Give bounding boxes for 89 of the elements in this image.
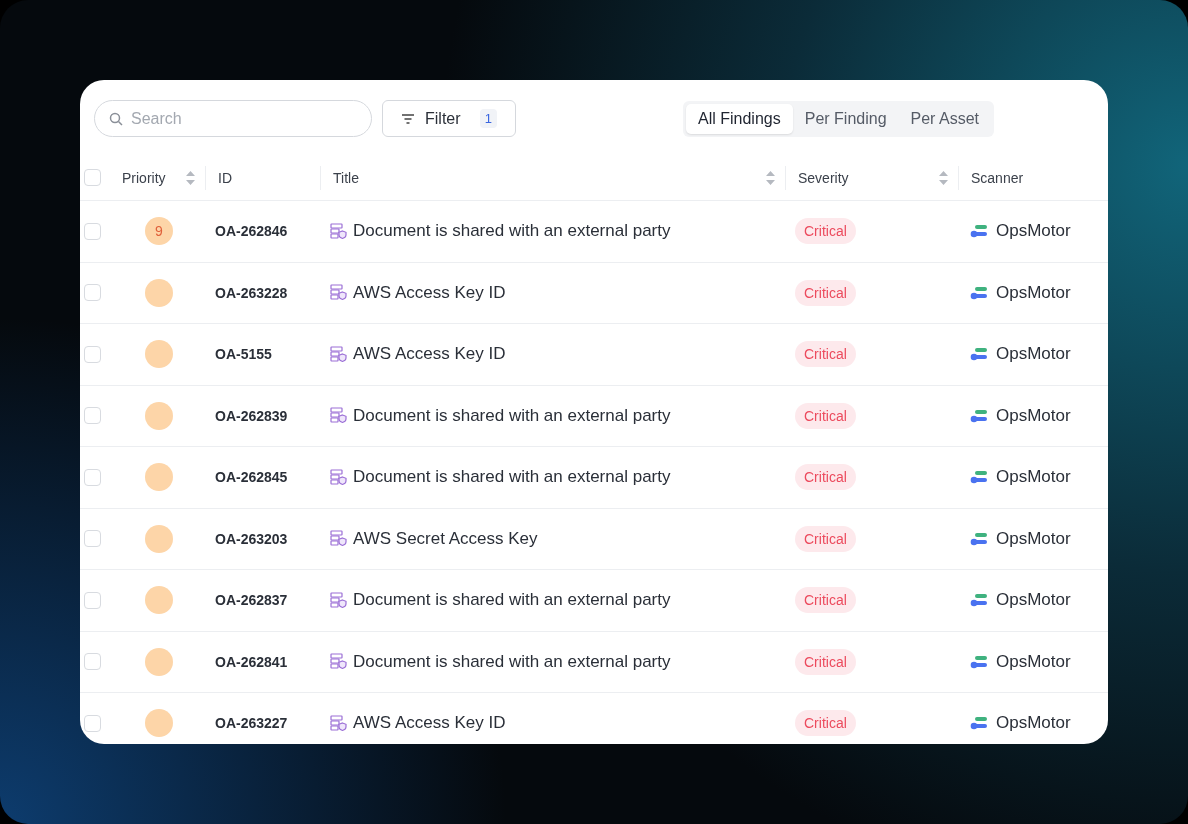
row-checkbox[interactable] <box>84 653 101 671</box>
priority-badge <box>145 340 173 369</box>
scanner-name: OpsMotor <box>996 282 1071 303</box>
scanner-name: OpsMotor <box>996 528 1071 549</box>
severity-badge: Critical <box>795 648 856 675</box>
priority-badge <box>145 709 173 738</box>
scanner-name: OpsMotor <box>996 221 1071 242</box>
column-header: ID <box>218 169 232 186</box>
finding-id: OA-263227 <box>215 715 288 732</box>
priority-badge <box>145 278 173 307</box>
finding-title: Document is shared with an external party <box>353 221 671 242</box>
row-checkbox[interactable] <box>84 530 101 548</box>
priority-badge <box>145 524 173 553</box>
finding-title: Document is shared with an external party <box>353 590 671 611</box>
finding-id: OA-262837 <box>215 592 288 609</box>
priority-badge <box>145 401 173 430</box>
finding-title: AWS Access Key ID <box>353 344 506 365</box>
scanner-logo-icon <box>970 654 988 669</box>
finding-id: OA-262839 <box>215 407 288 424</box>
row-checkbox[interactable] <box>84 222 101 240</box>
priority-badge: 9 <box>145 217 173 246</box>
view-tab[interactable]: Per Asset <box>898 103 991 134</box>
priority-badge <box>145 463 173 492</box>
finding-id: OA-263203 <box>215 530 288 547</box>
server-shield-icon <box>330 714 347 732</box>
priority-badge <box>145 647 173 676</box>
scanner-logo-icon <box>970 224 988 239</box>
column-header: Title <box>333 169 359 186</box>
filter-button[interactable]: Filter 1 <box>382 100 516 137</box>
severity-badge: Critical <box>795 402 856 429</box>
finding-id: OA-262846 <box>215 223 288 240</box>
select-all-checkbox[interactable] <box>84 169 101 186</box>
scanner-name: OpsMotor <box>996 344 1071 365</box>
finding-title: AWS Access Key ID <box>353 713 506 734</box>
row-checkbox[interactable] <box>84 714 101 732</box>
sort-icon[interactable] <box>766 170 775 185</box>
row-checkbox[interactable] <box>84 407 101 425</box>
scanner-logo-icon <box>970 285 988 300</box>
severity-badge: Critical <box>795 279 856 306</box>
finding-id: OA-263228 <box>215 284 288 301</box>
server-shield-icon <box>330 530 347 548</box>
server-shield-icon <box>330 345 347 363</box>
scanner-name: OpsMotor <box>996 405 1071 426</box>
scanner-logo-icon <box>970 347 988 362</box>
severity-badge: Critical <box>795 710 856 737</box>
finding-title: Document is shared with an external party <box>353 405 671 426</box>
scanner-name: OpsMotor <box>996 467 1071 488</box>
row-checkbox[interactable] <box>84 345 101 363</box>
priority-badge <box>145 586 173 615</box>
scanner-logo-icon <box>970 593 988 608</box>
scanner-logo-icon <box>970 408 988 423</box>
column-header: Priority <box>122 169 166 186</box>
scanner-logo-icon <box>970 531 988 546</box>
scanner-name: OpsMotor <box>996 590 1071 611</box>
severity-badge: Critical <box>795 341 856 368</box>
finding-title: Document is shared with an external party <box>353 467 671 488</box>
server-shield-icon <box>330 284 347 302</box>
column-header: Severity <box>798 169 849 186</box>
severity-badge: Critical <box>795 464 856 491</box>
finding-title: Document is shared with an external party <box>353 651 671 672</box>
sort-icon[interactable] <box>939 170 948 185</box>
server-shield-icon <box>330 468 347 486</box>
filter-icon <box>401 113 415 124</box>
scanner-name: OpsMotor <box>996 651 1071 672</box>
finding-title: AWS Access Key ID <box>353 282 506 303</box>
scanner-logo-icon <box>970 716 988 731</box>
row-checkbox[interactable] <box>84 591 101 609</box>
search-field[interactable]: Search <box>94 100 372 137</box>
severity-badge: Critical <box>795 587 856 614</box>
finding-id: OA-5155 <box>215 346 272 363</box>
scanner-name: OpsMotor <box>996 713 1071 734</box>
server-shield-icon <box>330 653 347 671</box>
view-tab[interactable]: Per Finding <box>792 103 899 134</box>
server-shield-icon <box>330 591 347 609</box>
row-checkbox[interactable] <box>84 468 101 486</box>
server-shield-icon <box>330 407 347 425</box>
filter-count-badge: 1 <box>479 109 497 128</box>
sort-icon[interactable] <box>186 170 195 185</box>
search-icon <box>109 112 123 126</box>
scanner-logo-icon <box>970 470 988 485</box>
column-header: Scanner <box>971 169 1024 186</box>
server-shield-icon <box>330 222 347 240</box>
row-checkbox[interactable] <box>84 284 101 302</box>
severity-badge: Critical <box>795 525 856 552</box>
finding-id: OA-262841 <box>215 653 288 670</box>
view-tab[interactable]: All Findings <box>686 103 793 134</box>
severity-badge: Critical <box>795 218 856 245</box>
finding-id: OA-262845 <box>215 469 288 486</box>
finding-title: AWS Secret Access Key <box>353 528 538 549</box>
